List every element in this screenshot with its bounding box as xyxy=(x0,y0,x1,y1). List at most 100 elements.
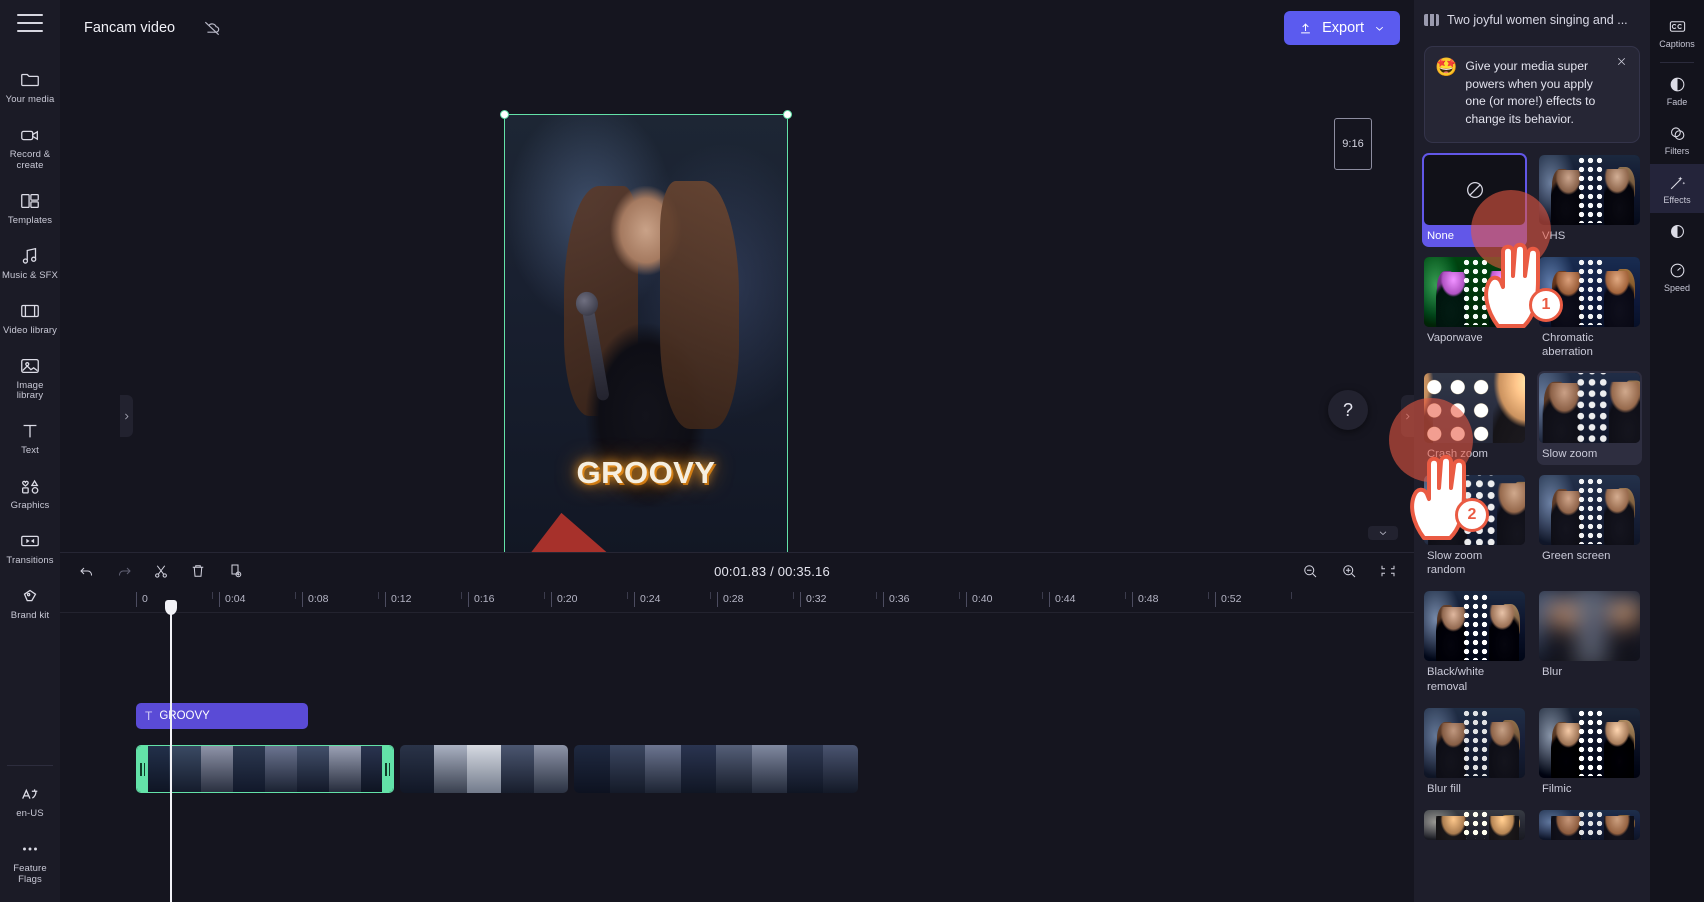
sidebar-item-feature-flags[interactable]: Feature Flags xyxy=(0,829,60,902)
rail-item-label: Captions xyxy=(1659,39,1695,49)
collapse-left-panel-button[interactable] xyxy=(120,395,133,437)
ruler-tick: 0:40 xyxy=(966,592,992,607)
sidebar-item-video-library[interactable]: Video library xyxy=(0,291,60,346)
sidebar-item-text[interactable]: Text xyxy=(0,411,60,466)
effect-thumbnail xyxy=(1424,475,1525,546)
fit-timeline-icon[interactable] xyxy=(1377,561,1398,582)
sidebar-item-music-sfx[interactable]: Music & SFX xyxy=(0,236,60,291)
clip-trim-handle-left[interactable] xyxy=(137,746,148,792)
sidebar-item-record-create[interactable]: Record & create xyxy=(0,115,60,181)
timeline-text-clip[interactable]: T GROOVY xyxy=(136,703,308,729)
film-strip-icon xyxy=(1424,14,1439,26)
zoom-out-icon[interactable] xyxy=(1299,561,1320,582)
sidebar-item-brand-kit[interactable]: Brand kit xyxy=(0,576,60,631)
rail-item-speed[interactable]: Speed xyxy=(1650,252,1704,301)
star-struck-emoji: 🤩 xyxy=(1435,57,1458,77)
ruler-tick: 0:16 xyxy=(468,592,494,607)
effect-card-slow-zoom[interactable]: Slow zoom xyxy=(1537,371,1642,466)
ruler-tick-minor xyxy=(378,592,379,599)
rail-item-label: Speed xyxy=(1663,282,1691,293)
effect-card-blur[interactable]: Blur xyxy=(1537,589,1642,697)
effect-card-green-screen[interactable]: Green screen xyxy=(1537,473,1642,581)
sidebar-item-label: Your media xyxy=(5,94,55,105)
sidebar-item-graphics[interactable]: Graphics xyxy=(0,466,60,521)
timeline-ruler[interactable]: 0 0:04 0:08 0:12 0:16 0:20 0:24 0:28 0:3… xyxy=(60,589,1414,613)
redo-icon[interactable] xyxy=(113,561,134,582)
effect-card-filmic[interactable]: Filmic xyxy=(1537,706,1642,800)
clipchamp-editor: Your media Record & create Templates Mus… xyxy=(0,0,1704,902)
scissors-split-icon[interactable] xyxy=(150,561,171,582)
text-t-icon: T xyxy=(145,709,153,723)
help-button[interactable]: ? xyxy=(1328,390,1368,430)
video-preview[interactable]: GROOVY xyxy=(504,114,788,558)
effect-thumbnail xyxy=(1539,591,1640,662)
ruler-tick: 0:36 xyxy=(883,592,909,607)
clip-thumbnails xyxy=(574,745,858,793)
effect-label: Chromatic aberration xyxy=(1542,331,1594,358)
ruler-tick: 0:48 xyxy=(1132,592,1158,607)
preview-subject-hair-right xyxy=(660,181,740,429)
effect-card-partial-1[interactable] xyxy=(1422,808,1527,842)
duplicate-icon[interactable] xyxy=(224,561,245,582)
effect-label: Slow zoom random xyxy=(1427,550,1483,577)
close-icon[interactable] xyxy=(1615,55,1631,71)
language-icon xyxy=(22,788,38,800)
left-sidebar: Your media Record & create Templates Mus… xyxy=(0,0,60,902)
effect-card-none[interactable]: None xyxy=(1422,152,1527,247)
speed-gauge-icon xyxy=(1670,263,1684,277)
resize-handle-top-right[interactable] xyxy=(783,110,792,119)
rail-item-fade[interactable]: Fade xyxy=(1650,66,1704,115)
sidebar-item-templates[interactable]: Templates xyxy=(0,181,60,236)
effect-card-black-white-removal[interactable]: Black/white removal xyxy=(1422,589,1527,697)
timeline-video-clip-1[interactable] xyxy=(136,745,394,793)
rail-item-filters[interactable]: Filters xyxy=(1650,115,1704,164)
effect-card-vhs[interactable]: VHS xyxy=(1537,153,1642,247)
effects-wand-icon xyxy=(1670,176,1685,189)
sidebar-item-your-media[interactable]: Your media xyxy=(0,60,60,115)
editor-main: Fancam video Export 9:16 GROOVY ? 00:01.… xyxy=(60,0,1414,902)
film-strip-icon xyxy=(21,304,39,317)
zoom-in-icon[interactable] xyxy=(1338,561,1359,582)
properties-panel-header: Two joyful women singing and ... xyxy=(1414,0,1650,40)
cloud-off-icon[interactable] xyxy=(197,13,227,43)
sidebar-item-transitions[interactable]: Transitions xyxy=(0,521,60,576)
ruler-tick-minor xyxy=(544,592,545,599)
effect-card-vaporwave[interactable]: Vaporwave xyxy=(1422,255,1527,363)
aspect-ratio-badge: 9:16 xyxy=(1334,118,1372,170)
effect-card-blur-fill[interactable]: Blur fill xyxy=(1422,706,1527,800)
time-separator: / xyxy=(770,563,774,579)
rail-item-effects[interactable]: Effects xyxy=(1650,163,1704,213)
clip-trim-handle-right[interactable] xyxy=(382,746,393,792)
rail-item-captions[interactable]: Captions xyxy=(1650,8,1704,57)
project-title[interactable]: Fancam video xyxy=(74,14,185,42)
collapse-preview-button[interactable] xyxy=(1368,526,1398,540)
resize-handle-top-left[interactable] xyxy=(500,110,509,119)
sidebar-item-image-library[interactable]: Image library xyxy=(0,346,60,412)
current-time: 00:01.83 xyxy=(714,563,767,579)
ruler-tick: 0 xyxy=(136,592,148,607)
collapse-right-panel-button[interactable] xyxy=(1401,395,1414,437)
effect-card-slow-zoom-random[interactable]: Slow zoom random xyxy=(1422,473,1527,581)
rail-item-adjust-colors[interactable] xyxy=(1650,213,1704,252)
rail-item-label: Effects xyxy=(1663,194,1691,205)
trash-delete-icon[interactable] xyxy=(187,561,208,582)
ruler-tick-minor xyxy=(627,592,628,599)
effects-list[interactable]: None VHS Vaporwave Chromatic aberration … xyxy=(1414,152,1650,902)
sidebar-item-language[interactable]: en-US xyxy=(0,774,60,829)
effect-thumbnail xyxy=(1424,707,1525,778)
timeline-video-clip-3[interactable] xyxy=(574,745,858,793)
hamburger-menu-icon[interactable] xyxy=(17,14,43,32)
timeline-zoom-controls xyxy=(1299,561,1398,582)
ruler-tick: 0:12 xyxy=(385,592,411,607)
total-time: 00:35.16 xyxy=(777,563,830,579)
timeline-playhead[interactable] xyxy=(165,600,177,902)
music-note-icon xyxy=(22,247,37,264)
effect-card-chromatic-aberration[interactable]: Chromatic aberration xyxy=(1537,255,1642,363)
undo-icon[interactable] xyxy=(76,561,97,582)
effect-card-partial-2[interactable] xyxy=(1537,808,1642,842)
ruler-tick-minor xyxy=(295,592,296,599)
effect-card-crash-zoom[interactable]: Crash zoom xyxy=(1422,371,1527,465)
timeline-video-clip-2[interactable] xyxy=(400,745,568,793)
export-button[interactable]: Export xyxy=(1284,11,1400,45)
effect-label: Filmic xyxy=(1542,782,1572,795)
